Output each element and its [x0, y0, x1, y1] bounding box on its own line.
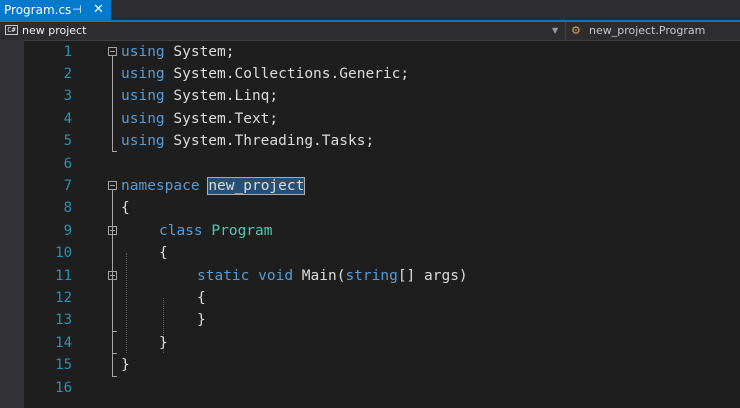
tab-label: Program.cs: [4, 3, 72, 17]
code-token: System.Threading.Tasks;: [164, 133, 375, 149]
document-tab-strip: Program.cs ⊣ ✕: [0, 0, 740, 20]
type-token: Program: [211, 223, 273, 239]
pin-icon[interactable]: ⊣: [72, 0, 82, 20]
code-line: {: [121, 200, 130, 216]
code-line: using System.Linq;: [121, 85, 278, 107]
csharp-project-icon: C#: [5, 25, 18, 35]
code-text[interactable]: using System; using System.Collections.G…: [0, 40, 740, 373]
code-token: System;: [164, 44, 235, 60]
keyword-token: namespace: [121, 178, 200, 194]
code-line: {: [159, 245, 168, 261]
code-token: Main(: [293, 268, 346, 284]
keyword-token: using: [121, 88, 165, 104]
type-dropdown[interactable]: ⚙ new_project.Program: [568, 22, 740, 40]
keyword-token: using: [121, 66, 165, 82]
fold-end-tick: [112, 376, 117, 377]
code-line: }: [159, 335, 168, 351]
keyword-token: void: [258, 268, 294, 284]
code-token: System.Text;: [164, 111, 279, 127]
code-editor[interactable]: 1 2 3 4 5 6 7 8 9 10 11 12 13 14 15 16 u…: [0, 40, 740, 408]
code-token: System.Linq;: [164, 88, 279, 104]
project-dropdown[interactable]: C# new project ▼: [2, 22, 565, 40]
project-dropdown-label: new project: [22, 24, 87, 37]
class-icon: ⚙: [571, 24, 581, 37]
code-line: {: [197, 290, 206, 306]
code-line: using System;: [121, 41, 235, 63]
navigation-bar: C# new project ▼ ⚙ new_project.Program: [0, 22, 740, 41]
code-line: static void Main(string[] args): [197, 265, 468, 287]
line-number: 16: [55, 380, 72, 396]
code-line: using System.Text;: [121, 108, 278, 130]
code-line: }: [197, 312, 206, 328]
code-token: System.Collections.Generic;: [164, 66, 410, 82]
type-dropdown-label: new_project.Program: [589, 24, 706, 37]
keyword-token: static: [197, 268, 250, 284]
code-line: class Program: [159, 220, 273, 242]
keyword-token: using: [121, 133, 165, 149]
chevron-down-icon[interactable]: ▼: [552, 22, 558, 40]
tab-program-cs[interactable]: Program.cs ⊣ ✕: [0, 0, 111, 20]
code-line: }: [121, 357, 130, 373]
selected-namespace-name[interactable]: new_project: [207, 177, 306, 195]
keyword-token: class: [159, 223, 203, 239]
keyword-token: string: [345, 268, 398, 284]
code-token: [] args): [397, 268, 468, 284]
keyword-token: using: [121, 111, 165, 127]
close-icon[interactable]: ✕: [93, 0, 104, 20]
keyword-token: using: [121, 44, 165, 60]
navbar-divider: [565, 22, 566, 40]
code-line: namespace new_project: [121, 175, 306, 197]
code-line: using System.Collections.Generic;: [121, 63, 409, 85]
code-line: using System.Threading.Tasks;: [121, 130, 374, 152]
